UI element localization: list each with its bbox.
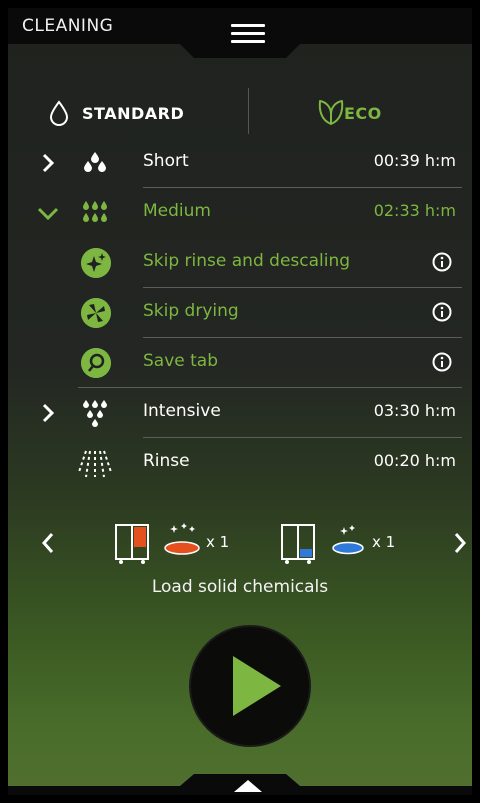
water-drop-icon bbox=[49, 100, 69, 126]
info-icon[interactable] bbox=[432, 352, 452, 372]
medium-drops-icon bbox=[83, 201, 107, 222]
option-skip-rinse[interactable]: Skip rinse and descaling bbox=[8, 238, 472, 288]
option-label: Skip drying bbox=[143, 301, 239, 321]
many-drops-icon bbox=[83, 400, 107, 427]
page-title: CLEANING bbox=[22, 16, 114, 36]
program-name: Rinse bbox=[143, 451, 190, 471]
chemicals-label: Load solid chemicals bbox=[151, 577, 329, 597]
start-button[interactable] bbox=[191, 627, 309, 745]
info-icon[interactable] bbox=[432, 252, 452, 272]
top-bar: CLEANING bbox=[8, 8, 472, 63]
rinse-aid-tablet-icon bbox=[332, 525, 364, 555]
detergent-quantity: x 1 bbox=[206, 533, 230, 551]
cleaning-screen: CLEANING STANDARD ECO Short 00:39 h:m Me… bbox=[8, 8, 472, 795]
program-time: 00:20 h:m bbox=[373, 451, 456, 470]
program-time: 00:39 h:m bbox=[373, 151, 456, 170]
small-drops-icon bbox=[84, 152, 106, 172]
chevron-right-icon bbox=[42, 403, 55, 423]
program-row-medium[interactable]: Medium 02:33 h:m bbox=[8, 188, 472, 238]
sparkle-icon bbox=[81, 248, 111, 278]
rinse-aid-container-icon bbox=[281, 524, 315, 564]
option-label: Skip rinse and descaling bbox=[143, 251, 351, 271]
option-label: Save tab bbox=[143, 351, 219, 371]
detergent-tablet-icon bbox=[164, 523, 200, 555]
leaf-icon bbox=[318, 100, 344, 125]
rinse-aid-quantity: x 1 bbox=[372, 533, 396, 551]
program-name: Short bbox=[143, 151, 189, 171]
program-row-rinse[interactable]: Rinse 00:20 h:m bbox=[8, 438, 472, 488]
chemicals-carousel: x 1 x 1 bbox=[8, 513, 472, 573]
program-time: 03:30 h:m bbox=[373, 401, 456, 420]
program-name: Medium bbox=[143, 201, 211, 221]
fan-icon bbox=[81, 298, 111, 328]
mode-eco-tab[interactable]: ECO bbox=[316, 88, 382, 138]
bottom-bar bbox=[8, 768, 472, 795]
program-row-intensive[interactable]: Intensive 03:30 h:m bbox=[8, 388, 472, 438]
play-icon bbox=[233, 656, 281, 716]
chevron-down-icon bbox=[37, 207, 59, 221]
chevron-up-icon[interactable] bbox=[230, 774, 266, 794]
option-save-tab[interactable]: Save tab bbox=[8, 338, 472, 388]
mode-divider bbox=[248, 88, 249, 134]
mode-eco-label: ECO bbox=[344, 103, 382, 123]
mode-standard-label: STANDARD bbox=[82, 103, 185, 123]
option-skip-drying[interactable]: Skip drying bbox=[8, 288, 472, 338]
chevron-right-icon[interactable] bbox=[448, 528, 472, 558]
chevron-right-icon bbox=[42, 153, 55, 173]
mode-selector: STANDARD ECO bbox=[8, 88, 472, 138]
program-time: 02:33 h:m bbox=[373, 201, 456, 220]
info-icon[interactable] bbox=[432, 302, 452, 322]
detergent-container-icon bbox=[115, 524, 149, 564]
program-row-short[interactable]: Short 00:39 h:m bbox=[8, 138, 472, 188]
chevron-left-icon[interactable] bbox=[36, 528, 60, 558]
mode-standard-tab[interactable]: STANDARD bbox=[48, 88, 184, 138]
shower-icon bbox=[78, 450, 112, 478]
tab-icon bbox=[81, 348, 111, 378]
hamburger-menu-icon[interactable] bbox=[231, 24, 265, 50]
program-name: Intensive bbox=[143, 401, 221, 421]
